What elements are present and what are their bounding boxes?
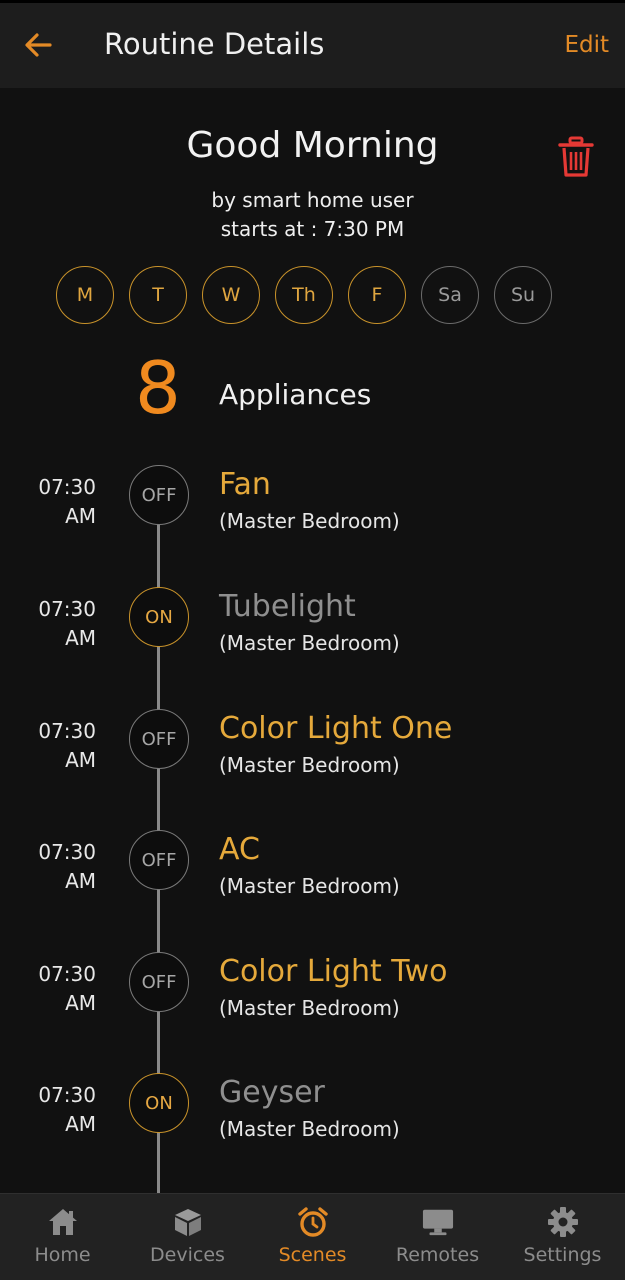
- appliance-room: (Master Bedroom): [219, 631, 400, 655]
- day-tuesday[interactable]: T: [129, 266, 187, 324]
- edit-button[interactable]: Edit: [564, 32, 609, 58]
- appliance-count: 8: [135, 346, 181, 430]
- appliance-state-badge[interactable]: ON: [129, 587, 189, 647]
- nav-label: Home: [34, 1244, 91, 1266]
- nav-remotes[interactable]: Remotes: [375, 1194, 500, 1280]
- appliance-room: (Master Bedroom): [219, 753, 400, 777]
- nav-home[interactable]: Home: [0, 1194, 125, 1280]
- appliance-count-label: Appliances: [219, 378, 372, 411]
- appliance-room: (Master Bedroom): [219, 996, 400, 1020]
- monitor-icon: [422, 1206, 454, 1238]
- appliance-time: 07:30 AM: [38, 1083, 96, 1136]
- nav-label: Devices: [150, 1244, 225, 1266]
- appliance-row[interactable]: 07:30 AM ON Geyser (Master Bedroom): [0, 1073, 625, 1183]
- appliance-room: (Master Bedroom): [219, 1117, 400, 1141]
- nav-label: Settings: [523, 1244, 602, 1266]
- home-icon: [47, 1206, 79, 1238]
- back-arrow-icon: [25, 33, 52, 57]
- appliance-time: 07:30 AM: [38, 475, 96, 528]
- appliance-row[interactable]: 07:30 AM OFF Fan (Master Bedroom): [0, 465, 625, 575]
- day-monday[interactable]: M: [56, 266, 114, 324]
- alarm-clock-icon: [297, 1206, 329, 1238]
- nav-settings[interactable]: Settings: [500, 1194, 625, 1280]
- appliance-time: 07:30 AM: [38, 962, 96, 1015]
- top-app-bar: Routine Details Edit: [0, 0, 625, 88]
- appliance-time: 07:30 AM: [38, 597, 96, 650]
- appliance-row[interactable]: 07:30 AM ON Tubelight (Master Bedroom): [0, 587, 625, 697]
- day-thursday[interactable]: Th: [275, 266, 333, 324]
- nav-devices[interactable]: Devices: [125, 1194, 250, 1280]
- trash-icon: [558, 136, 594, 177]
- routine-author: by smart home user: [211, 188, 414, 212]
- nav-label: Remotes: [395, 1244, 480, 1266]
- routine-start-time: starts at : 7:30 PM: [220, 217, 405, 241]
- appliance-row[interactable]: 07:30 AM OFF AC (Master Bedroom): [0, 830, 625, 940]
- appliance-state-badge[interactable]: OFF: [129, 465, 189, 525]
- delete-routine-button[interactable]: [554, 133, 598, 181]
- appliance-state-badge[interactable]: OFF: [129, 830, 189, 890]
- day-saturday[interactable]: Sa: [421, 266, 479, 324]
- day-friday[interactable]: F: [348, 266, 406, 324]
- appliance-name: Tubelight: [219, 589, 356, 624]
- appliance-name: Fan: [219, 467, 271, 502]
- routine-name: Good Morning: [186, 125, 439, 166]
- cube-icon: [172, 1206, 204, 1238]
- bottom-navigation: Home Devices Scenes Remotes Settings: [0, 1193, 625, 1280]
- appliance-name: AC: [219, 832, 260, 867]
- appliance-time: 07:30 AM: [38, 840, 96, 893]
- appliance-name: Color Light One: [219, 711, 453, 746]
- page-title: Routine Details: [104, 27, 325, 61]
- appliance-state-badge[interactable]: ON: [129, 1073, 189, 1133]
- appliance-row[interactable]: 07:30 AM OFF Color Light One (Master Bedr…: [0, 709, 625, 819]
- day-sunday[interactable]: Su: [494, 266, 552, 324]
- appliance-name: Color Light Two: [219, 954, 448, 989]
- gear-icon: [547, 1206, 579, 1238]
- weekday-selector: M T W Th F Sa Su: [56, 266, 566, 328]
- appliance-state-badge[interactable]: OFF: [129, 709, 189, 769]
- nav-scenes[interactable]: Scenes: [250, 1194, 375, 1280]
- appliance-room: (Master Bedroom): [219, 874, 400, 898]
- appliance-name: Geyser: [219, 1075, 325, 1110]
- day-wednesday[interactable]: W: [202, 266, 260, 324]
- appliance-room: (Master Bedroom): [219, 509, 400, 533]
- appliance-state-badge[interactable]: OFF: [129, 952, 189, 1012]
- back-button[interactable]: [18, 25, 58, 65]
- nav-label: Scenes: [278, 1244, 347, 1266]
- appliance-time: 07:30 AM: [38, 719, 96, 772]
- appliance-row[interactable]: 07:30 AM OFF Color Light Two (Master Bedr…: [0, 952, 625, 1062]
